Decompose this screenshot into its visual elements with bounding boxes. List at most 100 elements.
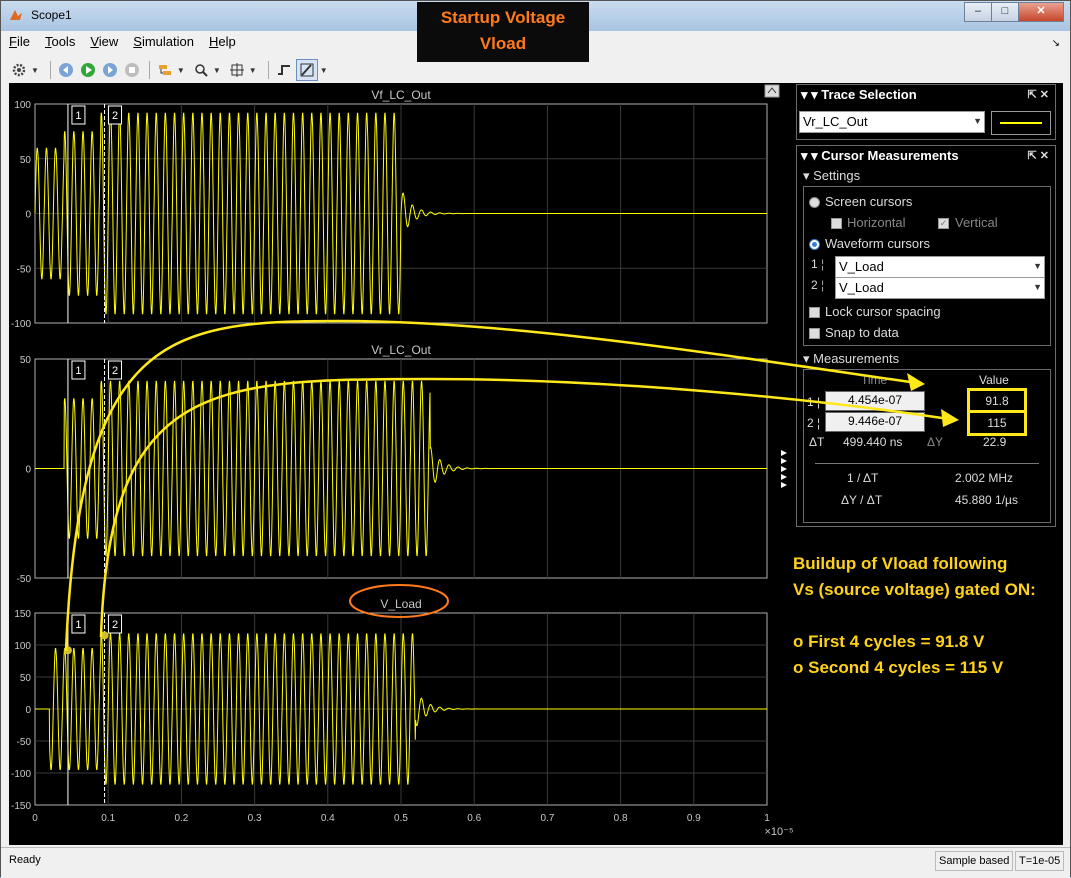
collapse-icon[interactable]: ▾ ▾ <box>801 87 821 102</box>
pin-icon[interactable]: ⇱ <box>1028 150 1040 162</box>
chevron-down-icon: ▼ <box>1033 282 1042 292</box>
delta-y-value: 22.9 <box>983 435 1007 449</box>
chevron-down-icon[interactable]: ▼ <box>249 66 257 75</box>
settings-label: Settings <box>813 168 861 183</box>
row2-label: 2 ¦ <box>807 416 821 430</box>
close-icon[interactable]: ✕ <box>1040 150 1049 162</box>
plots-area[interactable]: 100500-50-100Vf_LC_Out1 2500-50Vr_LC_Out1… <box>9 83 799 845</box>
vertical-checkbox[interactable]: ✓ <box>938 218 949 229</box>
menu-help[interactable]: Help <box>209 34 236 54</box>
banner-line2: Vload <box>479 34 527 53</box>
row1-label: 1 ¦ <box>807 395 821 409</box>
collapse-icon: ▾ <box>803 351 814 366</box>
x-axis-multiplier: ×10⁻⁵ <box>764 826 793 838</box>
x-tick-label: 0.2 <box>174 813 188 824</box>
menu-view[interactable]: View <box>90 34 118 54</box>
trace-select-dropdown[interactable]: Vr_LC_Out ▼ <box>799 111 985 133</box>
y-tick-label: -50 <box>17 737 32 748</box>
chevron-down-icon[interactable]: ▼ <box>177 66 185 75</box>
cursor2-label: 2 <box>811 278 818 292</box>
x-tick-label: 0.6 <box>467 813 481 824</box>
vertical-label: Vertical <box>955 215 998 230</box>
autoscale-icon[interactable] <box>227 60 247 80</box>
cursor1-signal-dropdown[interactable]: V_Load ▼ <box>835 256 1045 278</box>
cursor-label: 2 <box>112 110 118 122</box>
measurements-section[interactable]: ▾ Measurements <box>803 351 899 367</box>
cursor2-signal-dropdown[interactable]: V_Load ▼ <box>835 277 1045 299</box>
menu-simulation[interactable]: Simulation <box>133 34 194 54</box>
y-tick-label: -100 <box>11 319 31 330</box>
y-tick-label: -50 <box>17 264 32 275</box>
triggers-icon[interactable] <box>274 60 294 80</box>
chevron-down-icon[interactable]: ▼ <box>213 66 221 75</box>
stop-icon[interactable] <box>122 60 142 80</box>
toolbar-divider <box>148 61 150 79</box>
measurements-label: Measurements <box>813 351 900 366</box>
trace-line-style[interactable] <box>991 111 1051 135</box>
annotation-banner: Startup Voltage Vload <box>417 2 589 62</box>
x-tick-label: 0.7 <box>540 813 554 824</box>
x-tick-label: 0 <box>32 813 38 824</box>
toolbar-divider <box>49 61 51 79</box>
menu-file[interactable]: File <box>9 34 30 54</box>
cursor-label: 1 <box>75 110 81 122</box>
zoom-icon[interactable] <box>191 60 211 80</box>
matlab-icon <box>10 10 22 20</box>
status-text: Ready <box>9 854 41 866</box>
undock-button[interactable] <box>764 84 780 98</box>
x-tick-label: 0.1 <box>101 813 115 824</box>
step-back-icon[interactable] <box>56 60 76 80</box>
y-tick-label: 0 <box>25 465 31 476</box>
cursor2-marker: ¦ <box>821 278 825 292</box>
pin-icon[interactable]: ⇱ <box>1028 89 1040 101</box>
maximize-button[interactable]: □ <box>991 2 1019 22</box>
y-tick-label: 100 <box>14 641 31 652</box>
cursor-measurements-icon[interactable] <box>295 59 318 81</box>
banner-line1: Startup Voltage <box>440 8 566 27</box>
chevron-down-icon[interactable]: ▼ <box>31 66 39 75</box>
annotation-note: Buildup of Vload following Vs (source vo… <box>793 551 1036 681</box>
x-tick-label: 0.8 <box>614 813 628 824</box>
cursor1-label: 1 <box>811 257 818 271</box>
toolbar-divider <box>267 61 269 79</box>
snap-to-data-label: Snap to data <box>825 325 899 340</box>
scope-window: Scope1 – □ ✕ Startup Voltage Vload File … <box>0 0 1071 878</box>
y-tick-label: 50 <box>20 355 32 366</box>
collapse-icon: ▾ <box>803 168 814 183</box>
cursor-measurements-panel: ▾ ▾ Cursor Measurements ⇱ ✕ ▾ Settings S… <box>796 145 1056 527</box>
toolbar: ▼ ▼ ▼ ▼ ▼ <box>9 59 334 81</box>
close-button[interactable]: ✕ <box>1018 2 1064 22</box>
horizontal-checkbox[interactable] <box>831 218 842 229</box>
x-tick-label: 0.5 <box>394 813 408 824</box>
cursor2-signal-value: V_Load <box>839 280 884 295</box>
cursor-measurements-header[interactable]: ▾ ▾ Cursor Measurements ⇱ ✕ <box>797 146 1055 166</box>
close-icon[interactable]: ✕ <box>1040 89 1049 101</box>
trace-selection-header[interactable]: ▾ ▾ Trace Selection ⇱ ✕ <box>797 85 1055 105</box>
cursor-label: 2 <box>112 365 118 377</box>
settings-section[interactable]: ▾ Settings <box>803 168 860 184</box>
cursor1-point <box>63 646 72 655</box>
scope-display: 100 50 0 -50 -100 Vf_LC_Out 1 2 50 0 -50 Vr_LC_Out 1… <box>9 83 1063 845</box>
trace-selection-panel: ▾ ▾ Trace Selection ⇱ ✕ Vr_LC_Out ▼ <box>796 84 1056 140</box>
delta-t-label: ΔT <box>809 435 825 449</box>
sample-mode-indicator: Sample based <box>935 851 1014 871</box>
collapse-icon[interactable]: ▾ ▾ <box>801 148 821 163</box>
waveform-cursors-radio[interactable] <box>809 239 820 250</box>
run-icon[interactable] <box>78 60 98 80</box>
inverse-delta-t-value: 2.002 MHz <box>955 471 1014 485</box>
minimize-button[interactable]: – <box>964 2 992 22</box>
trace-line-swatch <box>1000 122 1042 124</box>
snap-to-data-checkbox[interactable] <box>809 328 820 339</box>
plot-title: Vf_LC_Out <box>371 88 431 102</box>
lock-spacing-checkbox[interactable] <box>809 307 820 318</box>
screen-cursors-radio[interactable] <box>809 197 820 208</box>
gear-icon[interactable] <box>9 60 29 80</box>
step-forward-icon[interactable] <box>100 60 120 80</box>
cursor1-time: 4.454e-07 <box>825 391 925 411</box>
expand-panel-arrows[interactable] <box>781 450 787 488</box>
delta-y-label: ΔY <box>927 435 944 449</box>
chevron-down-icon[interactable]: ▼ <box>320 66 328 75</box>
menu-dock-icon[interactable]: ↘ <box>1052 38 1060 49</box>
menu-tools[interactable]: Tools <box>45 34 75 54</box>
highlight-block-icon[interactable] <box>155 60 175 80</box>
